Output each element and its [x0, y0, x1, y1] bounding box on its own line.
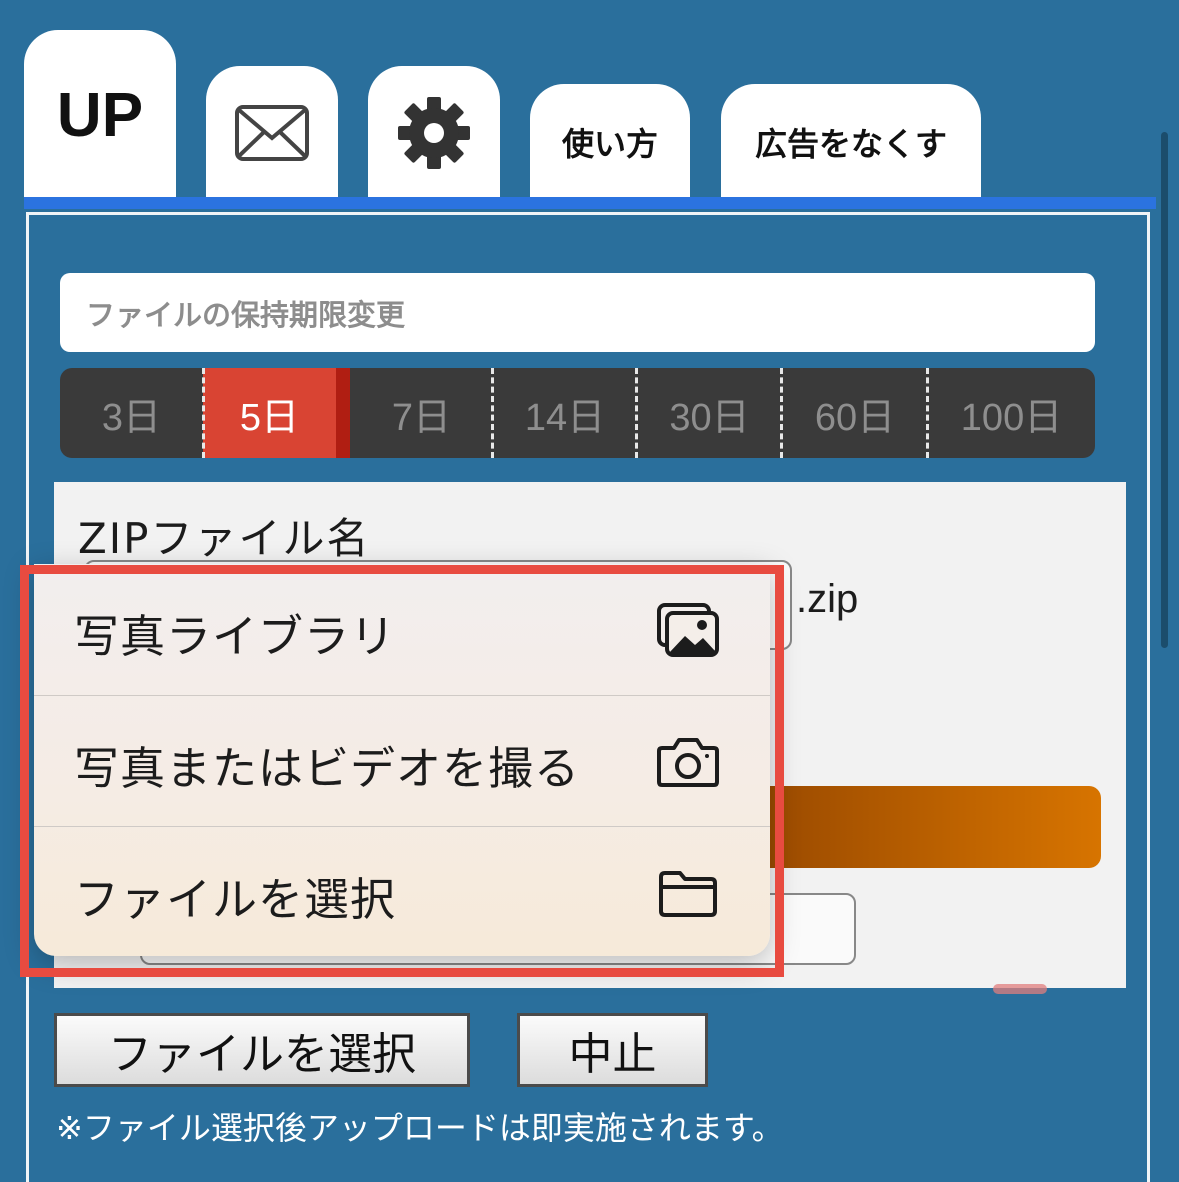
gear-icon — [398, 97, 470, 169]
retention-option-7[interactable]: 7日 — [350, 368, 493, 458]
tab-howto-label: 使い方 — [561, 125, 658, 163]
tab-remove-ads[interactable]: 広告をなくす — [721, 84, 981, 200]
retention-header-text: ファイルの保持期限変更 — [86, 297, 406, 332]
retention-option-60[interactable]: 60日 — [782, 368, 928, 458]
retention-option-100[interactable]: 100日 — [928, 368, 1095, 458]
tab-upload[interactable]: UP — [24, 30, 176, 200]
zip-filename-label: ZIPファイル名 — [78, 514, 371, 563]
retention-option-14[interactable]: 14日 — [493, 368, 637, 458]
envelope-icon — [235, 105, 309, 161]
highlight-annotation — [20, 565, 784, 977]
tab-mail[interactable] — [206, 66, 338, 200]
divider — [491, 368, 494, 458]
cancel-button[interactable]: 中止 — [517, 1013, 708, 1087]
page-scrollbar[interactable] — [1161, 132, 1168, 648]
retention-option-3[interactable]: 3日 — [60, 368, 203, 458]
divider — [202, 368, 205, 458]
tab-settings[interactable] — [368, 66, 500, 200]
retention-selector: 3日 5日 7日 14日 30日 60日 100日 — [60, 368, 1095, 458]
tab-remove-ads-label: 広告をなくす — [754, 125, 947, 163]
retention-option-30[interactable]: 30日 — [637, 368, 782, 458]
select-file-button-label: ファイルを選択 — [108, 1029, 416, 1080]
tab-howto[interactable]: 使い方 — [530, 84, 690, 200]
cancel-button-label: 中止 — [568, 1029, 657, 1080]
divider — [926, 368, 929, 458]
tab-upload-label: UP — [56, 80, 144, 150]
red-mark — [993, 984, 1047, 994]
upload-progress-bar[interactable] — [760, 786, 1101, 868]
select-file-button[interactable]: ファイルを選択 — [54, 1013, 470, 1087]
retention-option-5-selected[interactable]: 5日 — [203, 368, 336, 458]
upload-note: ※ファイル選択後アップロードは即実施されます。 — [56, 1109, 784, 1147]
selected-edge — [336, 368, 350, 458]
zip-extension: .zip — [796, 577, 859, 621]
divider — [780, 368, 783, 458]
tab-underline — [24, 197, 1156, 209]
divider — [635, 368, 638, 458]
retention-header: ファイルの保持期限変更 — [60, 273, 1095, 352]
